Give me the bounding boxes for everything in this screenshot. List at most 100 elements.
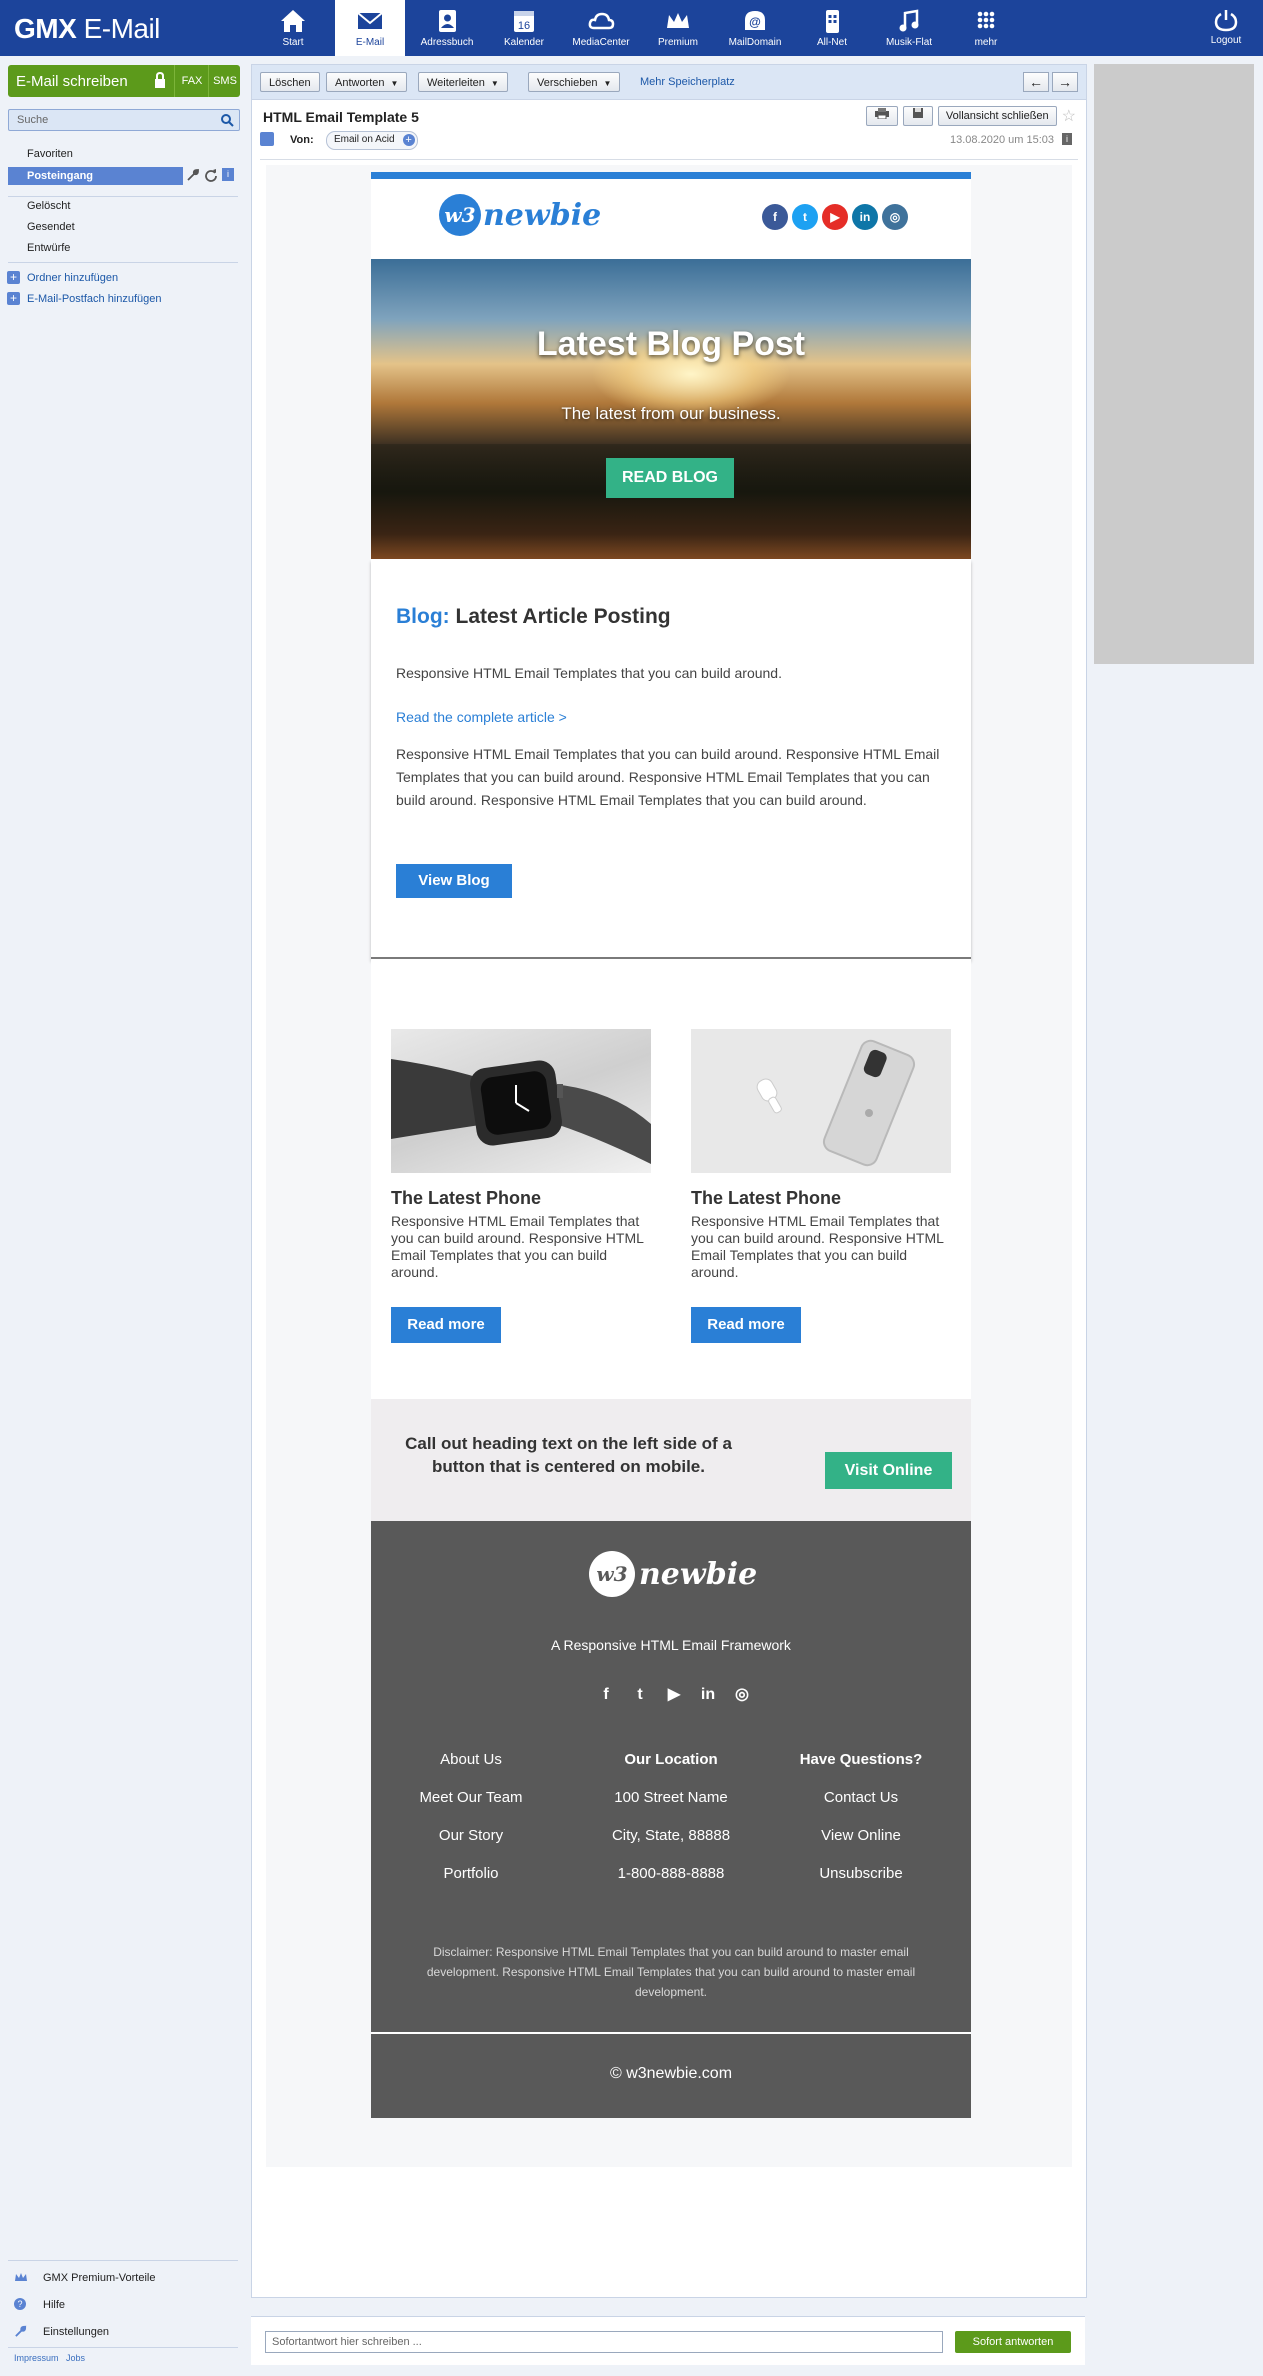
- nav-mehr[interactable]: mehr: [951, 0, 1021, 56]
- lock-icon[interactable]: [154, 71, 166, 89]
- jobs-link[interactable]: Jobs: [66, 2353, 85, 2363]
- instagram-icon[interactable]: ◎: [882, 204, 908, 230]
- sidebar-divider: [8, 196, 238, 197]
- contact-us-link[interactable]: Contact Us: [771, 1789, 951, 1827]
- unsubscribe-link[interactable]: Unsubscribe: [771, 1865, 951, 1903]
- add-contact-icon[interactable]: +: [402, 134, 415, 146]
- message-subject: HTML Email Template 5: [263, 109, 419, 125]
- folder-entwuerfe[interactable]: Entwürfe: [27, 242, 70, 254]
- nav-kalender[interactable]: 16 Kalender: [489, 0, 559, 56]
- blog-body: Responsive HTML Email Templates that you…: [396, 746, 940, 808]
- read-more-button[interactable]: Read more: [391, 1307, 501, 1343]
- folder-posteingang[interactable]: Posteingang: [8, 167, 183, 185]
- star-icon[interactable]: ☆: [1062, 106, 1076, 126]
- nav-mediacenter[interactable]: MediaCenter: [566, 0, 636, 56]
- next-message-icon[interactable]: →: [1052, 72, 1078, 92]
- view-online-link[interactable]: View Online: [771, 1827, 951, 1865]
- impressum-link[interactable]: Impressum: [14, 2353, 59, 2363]
- facebook-icon[interactable]: f: [595, 1684, 617, 1706]
- expand-header-icon[interactable]: [260, 132, 274, 146]
- reply-button[interactable]: Antworten ▼: [326, 72, 408, 92]
- wrench-icon[interactable]: [186, 168, 200, 182]
- products-section: The Latest Phone Responsive HTML Email T…: [371, 959, 971, 1399]
- info-icon[interactable]: i: [1062, 133, 1072, 145]
- gmx-logo[interactable]: GMX E-Mail: [14, 13, 160, 45]
- logo-text: newbie: [639, 1556, 758, 1592]
- message-date: 13.08.2020 um 15:03: [950, 134, 1054, 146]
- product-card: The Latest Phone Responsive HTML Email T…: [691, 1029, 951, 1343]
- our-story-link[interactable]: Our Story: [381, 1827, 561, 1865]
- read-more-button[interactable]: Read more: [691, 1307, 801, 1343]
- linkedin-icon[interactable]: in: [852, 204, 878, 230]
- smartwatch-image[interactable]: [391, 1029, 651, 1173]
- print-icon[interactable]: [865, 106, 898, 126]
- nav-email[interactable]: E-Mail: [335, 0, 405, 56]
- plus-icon: +: [7, 271, 20, 284]
- folder-geloescht[interactable]: Gelöscht: [27, 200, 70, 212]
- folder-gesendet[interactable]: Gesendet: [27, 221, 75, 233]
- instagram-icon[interactable]: ◎: [731, 1684, 753, 1706]
- portfolio-link[interactable]: Portfolio: [381, 1865, 561, 1903]
- search-input[interactable]: Suche: [8, 109, 240, 131]
- logout-button[interactable]: Logout: [1201, 8, 1251, 46]
- sender-chip[interactable]: Email on Acid +: [326, 131, 418, 150]
- youtube-icon[interactable]: ▶: [663, 1684, 685, 1706]
- view-blog-button[interactable]: View Blog: [396, 864, 512, 898]
- about-us-link[interactable]: About Us: [381, 1751, 561, 1789]
- power-icon: [1214, 10, 1238, 32]
- search-icon[interactable]: [220, 113, 234, 127]
- delete-button[interactable]: Löschen: [260, 72, 320, 92]
- smartphone-image[interactable]: [691, 1029, 951, 1173]
- premium-benefits-link[interactable]: GMX Premium-Vorteile: [15, 2272, 155, 2284]
- footer-logo[interactable]: w3 newbie: [589, 1551, 757, 1597]
- nav-maildomain[interactable]: @ MailDomain: [720, 0, 790, 56]
- nav-premium[interactable]: Premium: [643, 0, 713, 56]
- product-title: The Latest Phone: [691, 1188, 842, 1208]
- add-mailbox-link[interactable]: + E-Mail-Postfach hinzufügen: [7, 292, 162, 305]
- sidebar-divider: [8, 262, 238, 263]
- fax-button[interactable]: FAX: [174, 65, 209, 97]
- sms-button[interactable]: SMS: [208, 65, 241, 97]
- grid-icon: [977, 11, 995, 29]
- w3newbie-logo[interactable]: w3 newbie: [439, 194, 601, 236]
- settings-link[interactable]: Einstellungen: [15, 2325, 109, 2338]
- quick-reply-button[interactable]: Sofort antworten: [955, 2331, 1071, 2353]
- quick-reply-input[interactable]: Sofortantwort hier schreiben ...: [265, 2331, 943, 2353]
- folder-info-icon[interactable]: i: [222, 168, 234, 181]
- nav-allnet[interactable]: All-Net: [797, 0, 867, 56]
- compose-button[interactable]: E-Mail schreiben FAX SMS: [8, 65, 240, 97]
- crown-icon: [667, 13, 689, 28]
- twitter-icon[interactable]: t: [629, 1684, 651, 1706]
- refresh-icon[interactable]: [204, 168, 218, 182]
- top-navigation-bar: GMX E-Mail Start E-Mail Adressbuch 16 Ka…: [0, 0, 1263, 56]
- more-storage-link[interactable]: Mehr Speicherplatz: [640, 76, 735, 88]
- help-link[interactable]: ? Hilfe: [14, 2298, 65, 2311]
- nav-start[interactable]: Start: [258, 0, 328, 56]
- previous-message-icon[interactable]: ←: [1023, 72, 1049, 92]
- linkedin-icon[interactable]: in: [697, 1684, 719, 1706]
- visit-online-button[interactable]: Visit Online: [825, 1452, 952, 1489]
- read-article-link[interactable]: Read the complete article >: [396, 709, 567, 725]
- read-blog-button[interactable]: READ BLOG: [606, 458, 734, 498]
- callout-section: Call out heading text on the left side o…: [371, 1399, 971, 1521]
- facebook-icon[interactable]: f: [762, 204, 788, 230]
- blog-section: Blog: Latest Article Posting Responsive …: [371, 559, 971, 959]
- nav-adressbuch[interactable]: Adressbuch: [412, 0, 482, 56]
- move-button[interactable]: Verschieben ▼: [528, 72, 621, 92]
- product-description: Responsive HTML Email Templates that you…: [391, 1213, 644, 1280]
- youtube-icon[interactable]: ▶: [822, 204, 848, 230]
- logo-text: newbie: [483, 197, 602, 233]
- folder-favoriten[interactable]: Favoriten: [27, 148, 73, 160]
- forward-button[interactable]: Weiterleiten ▼: [418, 72, 508, 92]
- save-icon[interactable]: [902, 106, 933, 126]
- close-fullview-button[interactable]: Vollansicht schließen: [937, 106, 1057, 126]
- twitter-icon[interactable]: t: [792, 204, 818, 230]
- phone-number: 1-800-888-8888: [617, 1865, 725, 1882]
- footer-disclaimer: Disclaimer: Responsive HTML Email Templa…: [426, 1945, 916, 1999]
- nav-musikflat[interactable]: Musik-Flat: [874, 0, 944, 56]
- sidebar-footer-links: Impressum Jobs: [14, 2353, 85, 2363]
- header-social-icons: f t ▶ in ◎: [762, 204, 908, 230]
- meet-team-link[interactable]: Meet Our Team: [381, 1789, 561, 1827]
- logo-badge: w3: [589, 1551, 635, 1597]
- add-folder-link[interactable]: + Ordner hinzufügen: [7, 271, 118, 284]
